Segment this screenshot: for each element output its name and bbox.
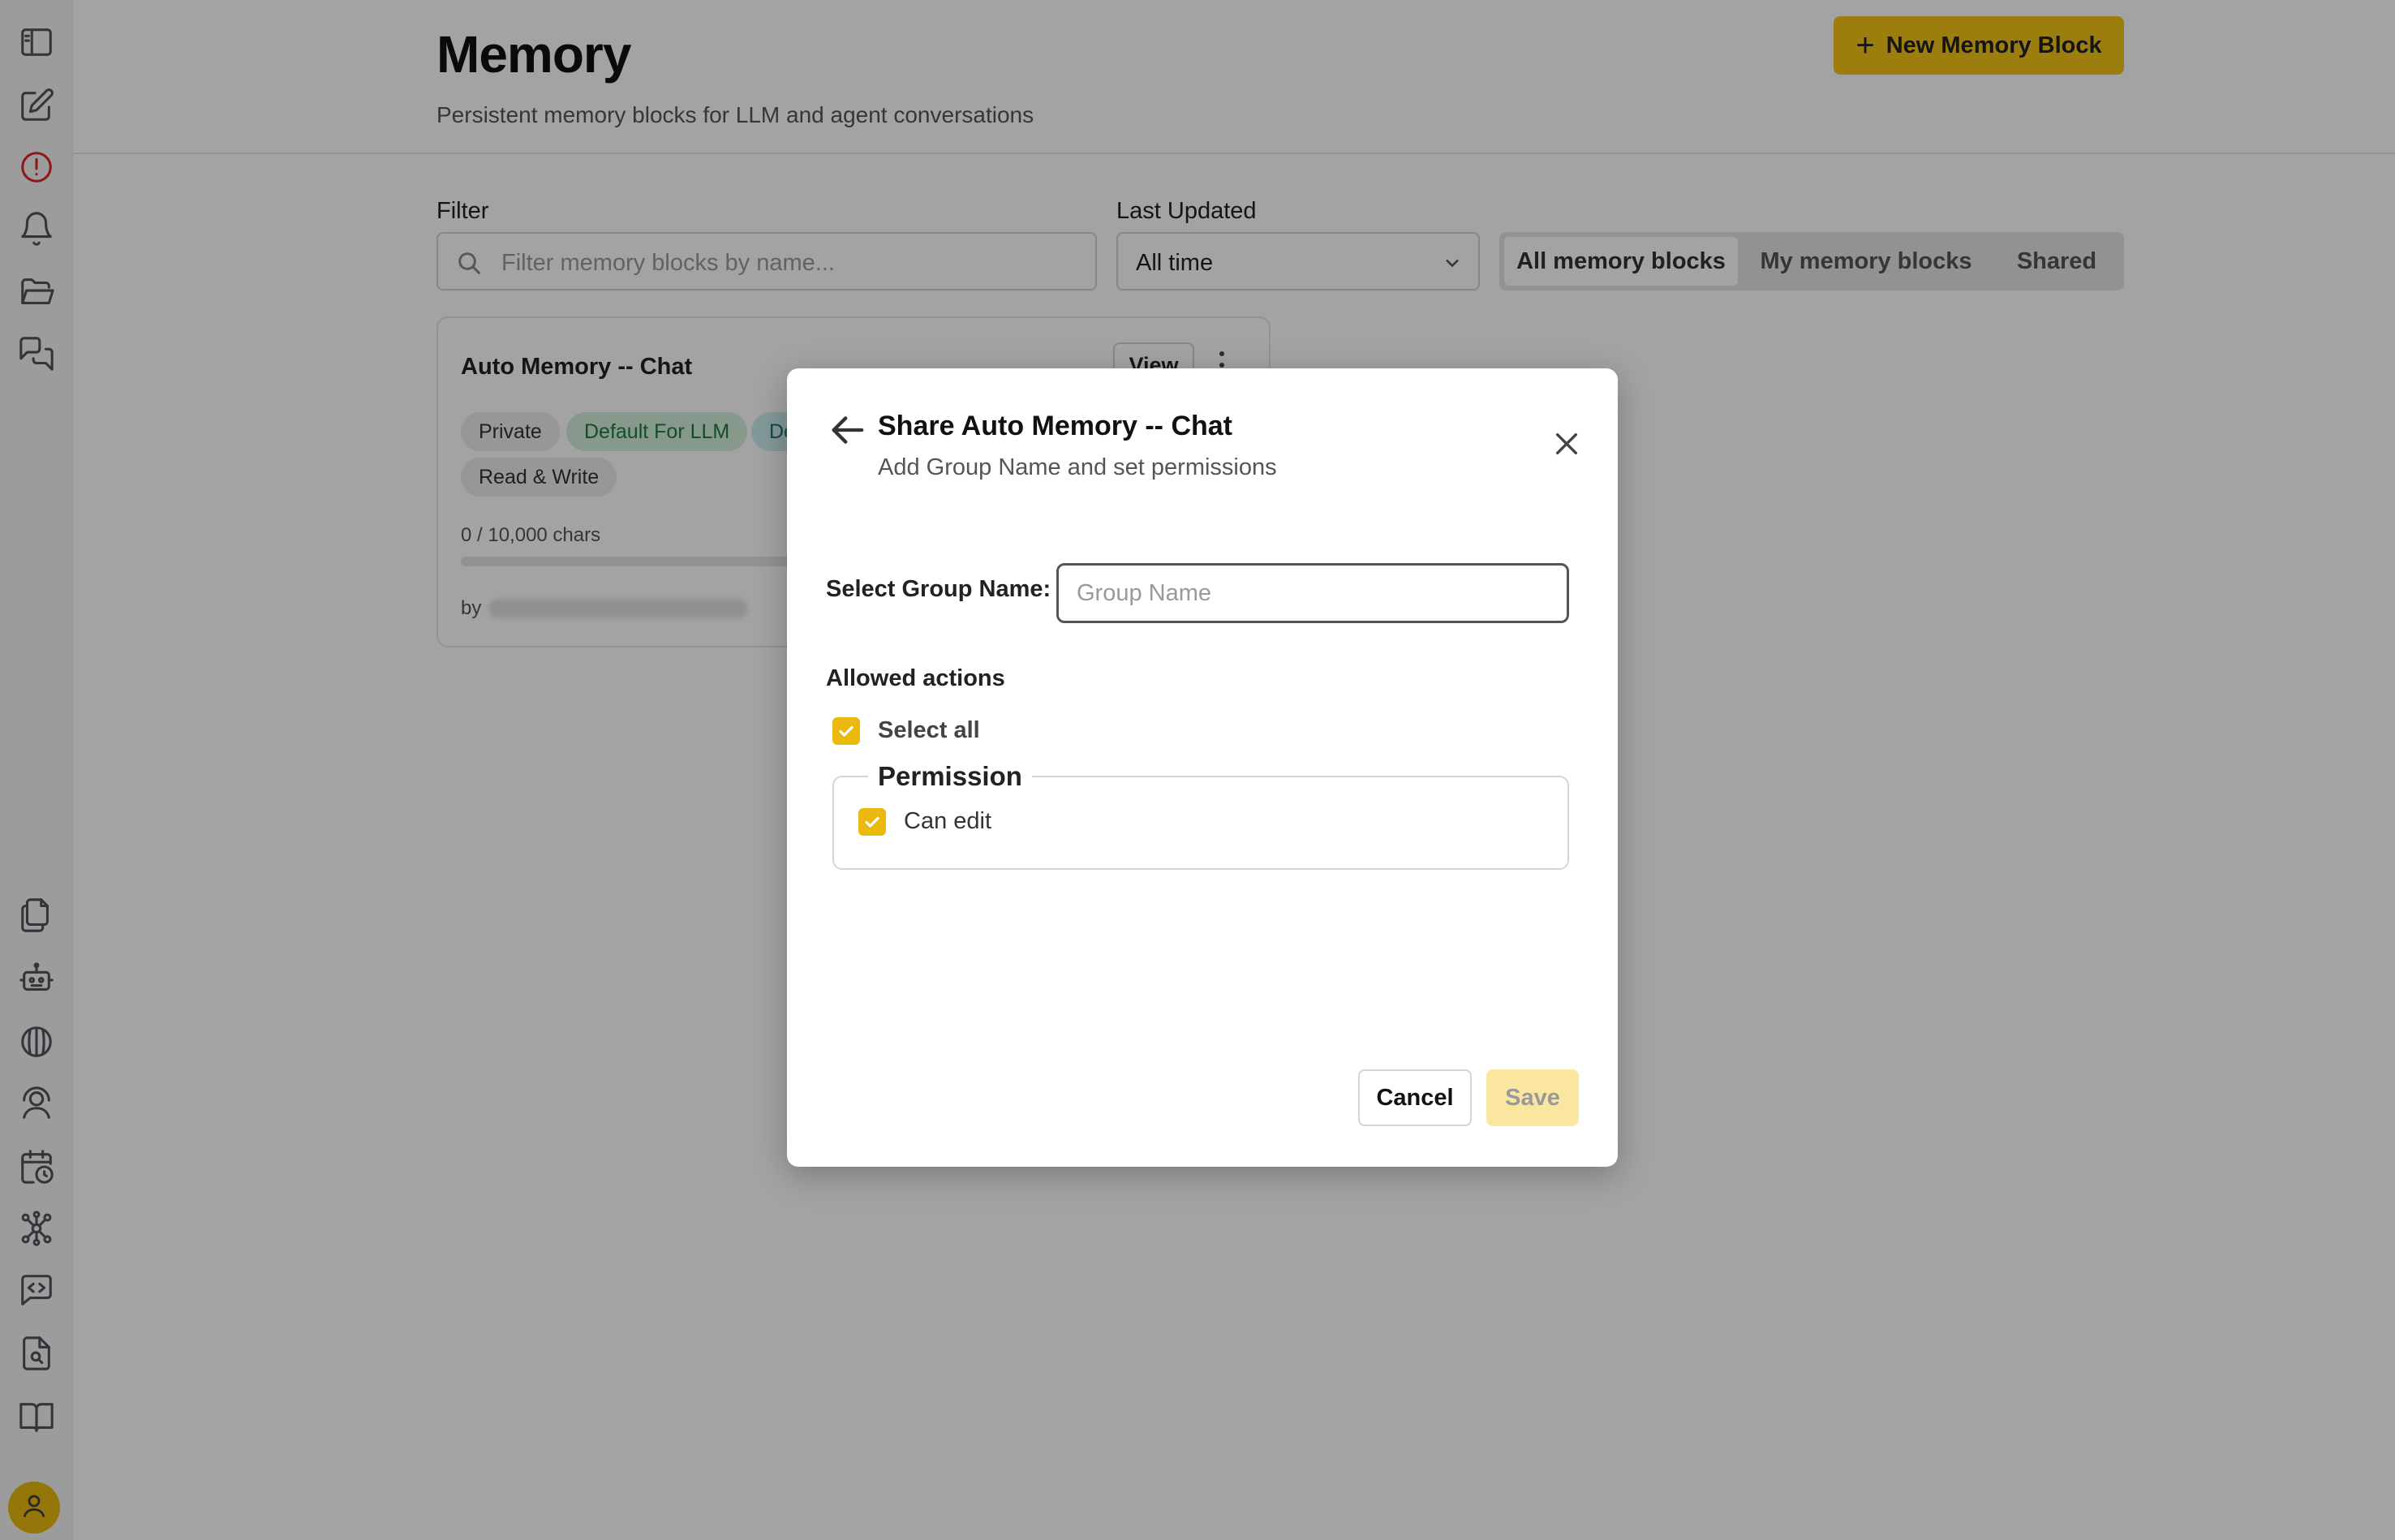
dialog-subtitle: Add Group Name and set permissions (878, 454, 1277, 480)
check-icon (839, 725, 854, 737)
dialog-title: Share Auto Memory -- Chat (878, 411, 1233, 441)
permission-legend: Permission (868, 761, 1032, 792)
allowed-actions-label: Allowed actions (826, 665, 1005, 691)
back-arrow-icon[interactable] (829, 414, 865, 446)
share-dialog: Share Auto Memory -- Chat Add Group Name… (787, 368, 1618, 1167)
select-all-label: Select all (878, 717, 980, 743)
group-name-input[interactable] (1056, 563, 1569, 623)
check-icon (865, 816, 879, 828)
save-button[interactable]: Save (1486, 1069, 1579, 1126)
select-all-checkbox[interactable] (832, 717, 860, 745)
group-name-label: Select Group Name: (826, 576, 1051, 602)
can-edit-checkbox[interactable] (858, 808, 886, 836)
can-edit-label: Can edit (904, 808, 992, 834)
close-icon[interactable] (1553, 430, 1580, 458)
cancel-button[interactable]: Cancel (1358, 1069, 1472, 1126)
